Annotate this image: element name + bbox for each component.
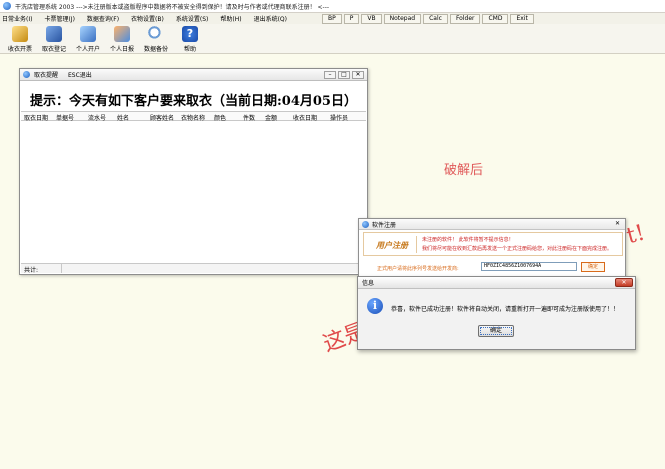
pickup-window-titlebar[interactable]: 取衣提醒 ESC退出 — [20, 69, 367, 81]
stamp-text-right: t! — [624, 220, 648, 250]
ok-button[interactable]: 确定 — [478, 325, 514, 337]
menu-exit[interactable]: 退出系统(Q) — [254, 14, 287, 23]
register-window: 软件注册 ✕ 用户注册 未注册的软件！ 此软件将暂不提示信息！ 我们将尽可能在收… — [358, 218, 626, 280]
quick-cmd-button[interactable]: CMD — [482, 14, 509, 24]
pickup-register-button[interactable]: 取衣登记 — [37, 24, 71, 54]
pickup-reminder-window: 取衣提醒 ESC退出 – □ ✕ 提示：今天有如下客户要来取衣（当前日期:04月… — [19, 68, 368, 275]
grid-header: 取衣日期 单据号 流水号 姓名 顾客姓名 衣物名称 颜色 件数 金额 收衣日期 … — [21, 111, 366, 122]
help-button[interactable]: ? 帮助 — [173, 24, 207, 54]
close-icon[interactable]: ✕ — [613, 221, 622, 228]
quick-exit-button[interactable]: Exit — [510, 14, 534, 24]
toolbar: 收衣开票 取衣登记 个人开户 个人日报 数据备份 ? 帮助 — [0, 24, 665, 54]
daily-report-button[interactable]: 个人日报 — [105, 24, 139, 54]
total-label: 共计: — [24, 267, 39, 274]
receive-clothes-button[interactable]: 收衣开票 — [3, 24, 37, 54]
pickup-register-label: 取衣登记 — [41, 46, 66, 53]
info-icon: i — [367, 298, 383, 314]
pickup-grid[interactable] — [21, 121, 366, 264]
app-title: 干洗店管理系统 2003 --->未注册版本或盗版程序中数据将不被安全得到保护！… — [15, 3, 330, 11]
register-message-1: 未注册的软件！ 此软件将暂不提示信息！ — [422, 237, 514, 243]
window-controls: – □ ✕ — [324, 71, 364, 79]
quick-vb-button[interactable]: VB — [361, 14, 382, 24]
quick-folder-button[interactable]: Folder — [449, 14, 481, 24]
quick-launch-bar: BP P VB Notepad Calc Folder CMD Exit — [322, 14, 534, 24]
quick-bp-button[interactable]: BP — [322, 14, 342, 24]
window-icon — [23, 71, 30, 78]
quick-notepad-button[interactable]: Notepad — [383, 14, 422, 24]
open-account-button[interactable]: 个人开户 — [71, 24, 105, 54]
quick-p-button[interactable]: P — [343, 14, 360, 24]
banner-divider — [416, 236, 417, 253]
register-icon — [46, 26, 62, 42]
people-icon — [114, 26, 130, 42]
esc-hint: ESC退出 — [68, 72, 92, 79]
menu-settings[interactable]: 系统设置(S) — [176, 14, 209, 23]
person-icon — [80, 26, 96, 42]
register-banner: 用户注册 未注册的软件！ 此软件将暂不提示信息！ 我们将尽可能在收到汇款后再发送… — [363, 232, 623, 256]
minimize-button[interactable]: – — [324, 71, 336, 79]
register-window-titlebar[interactable]: 软件注册 — [359, 219, 625, 230]
register-logo: 用户注册 — [376, 241, 408, 250]
open-account-label: 个人开户 — [75, 46, 100, 53]
info-dialog: 信息 ✕ i 恭喜，软件已成功注册！软件将自动关闭，请重新打开一遍即可成为注册版… — [357, 276, 636, 350]
serial-label: 正式用户请将此序列号发送给开发商: — [377, 266, 459, 272]
window-icon — [362, 220, 369, 228]
receive-clothes-label: 收衣开票 — [7, 46, 32, 53]
serial-input[interactable]: HF0ZIC4856Z1007694A — [481, 262, 577, 271]
status-divider — [61, 264, 62, 273]
register-message-2: 我们将尽可能在收到汇款后再发送一个正式注册码给您，对此注册码在下面完成注册。 — [422, 246, 613, 252]
menu-daily[interactable]: 日常业务(I) — [2, 14, 32, 23]
info-dialog-titlebar[interactable]: 信息 — [358, 277, 635, 289]
menu-cards[interactable]: 卡票管理(J) — [44, 14, 74, 23]
register-confirm-button[interactable]: 确定 — [581, 262, 605, 272]
maximize-button[interactable]: □ — [338, 71, 350, 79]
quick-calc-button[interactable]: Calc — [423, 14, 448, 24]
app-icon — [3, 2, 11, 10]
daily-report-label: 个人日报 — [109, 46, 134, 53]
pickup-window-title: 取衣提醒 — [34, 72, 59, 79]
title-bar: 干洗店管理系统 2003 --->未注册版本或盗版程序中数据将不被安全得到保护！… — [0, 0, 665, 13]
status-bar: 共计: — [21, 263, 366, 274]
menu-query[interactable]: 数据查询(F) — [87, 14, 119, 23]
pickup-heading: 提示：今天有如下客户要来取衣（当前日期:04月05日） — [30, 94, 357, 109]
data-backup-label: 数据备份 — [143, 46, 168, 53]
cracked-label: 破解后 — [444, 163, 484, 178]
help-label: 帮助 — [183, 46, 196, 53]
search-icon — [148, 26, 164, 42]
info-dialog-title: 信息 — [362, 280, 375, 287]
data-backup-button[interactable]: 数据备份 — [139, 24, 173, 54]
menu-help[interactable]: 帮助(H) — [220, 14, 241, 23]
close-icon[interactable]: ✕ — [615, 278, 633, 287]
menu-clothes[interactable]: 衣物设置(B) — [131, 14, 164, 23]
info-message: 恭喜，软件已成功注册！软件将自动关闭，请重新打开一遍即可成为注册版使用了！！ — [391, 306, 620, 313]
register-window-title: 软件注册 — [372, 221, 397, 229]
key-icon — [12, 26, 28, 42]
close-button[interactable]: ✕ — [352, 71, 364, 79]
help-icon: ? — [182, 26, 198, 42]
